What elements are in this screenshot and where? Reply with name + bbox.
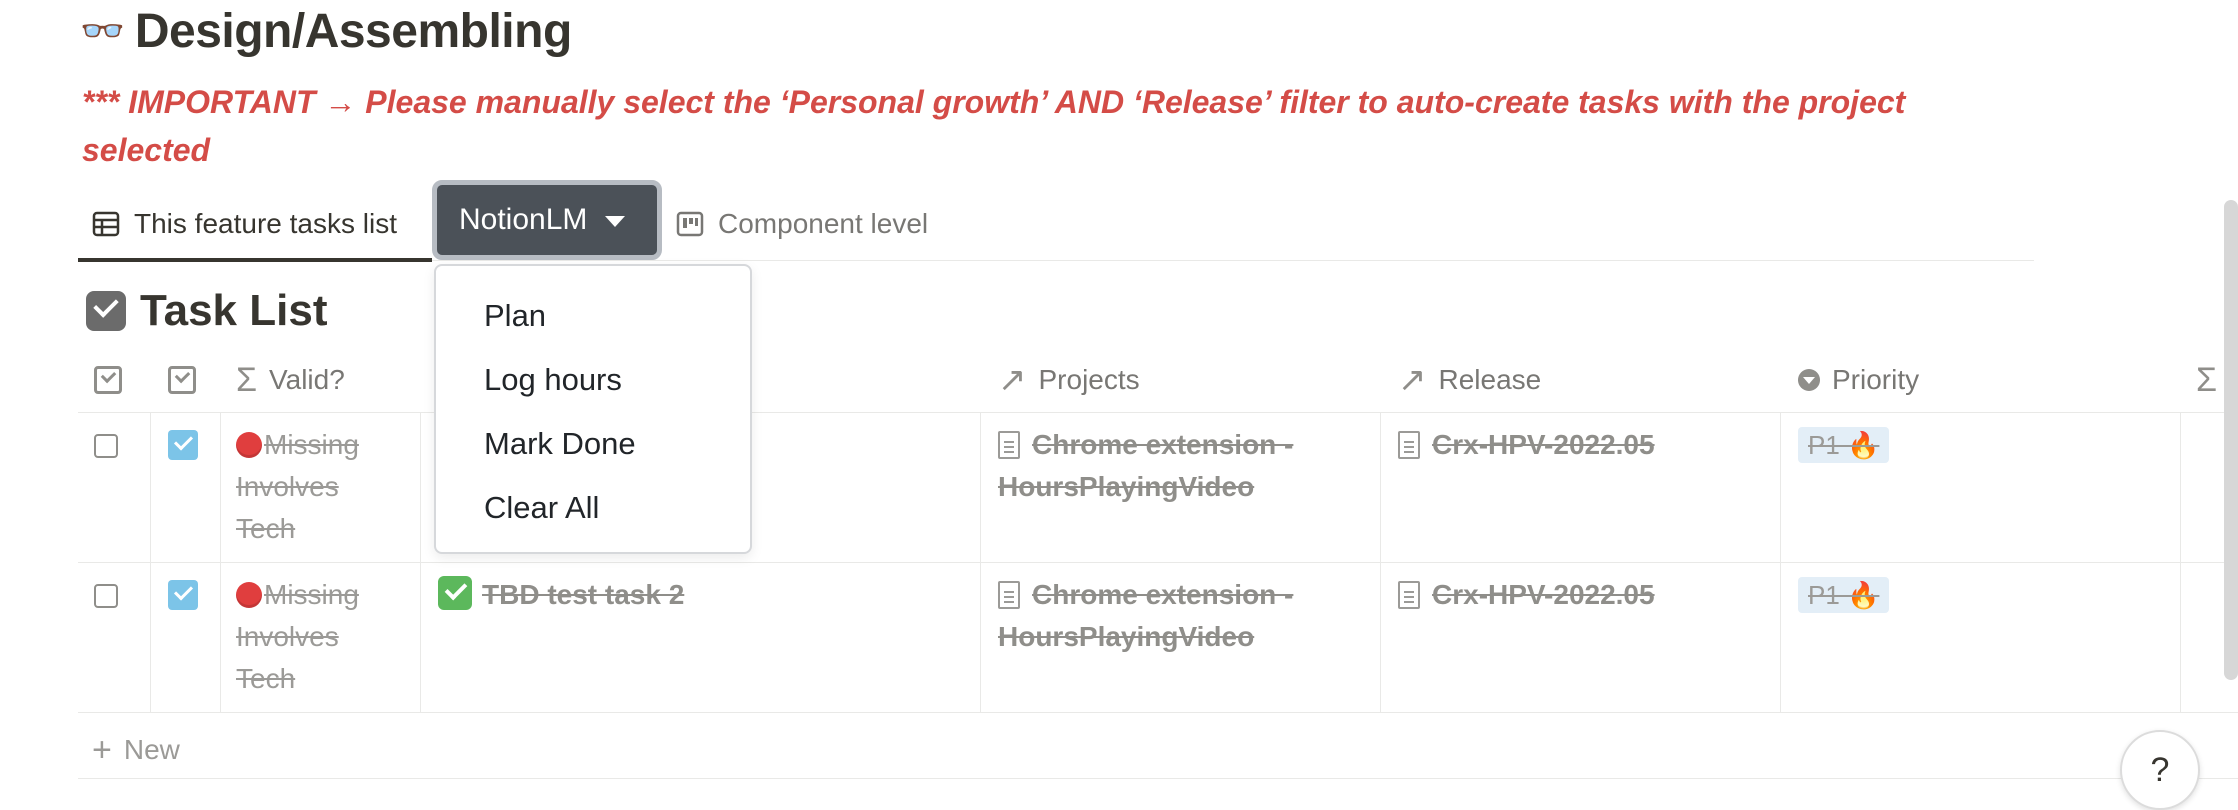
col-divider [220, 412, 221, 712]
header-priority-column[interactable]: Priority [1798, 360, 1919, 400]
document-icon [1398, 581, 1420, 609]
plus-icon: + [92, 730, 112, 769]
project-cell[interactable]: Chrome extension - HoursPlayingVideo [998, 574, 1368, 658]
row-select-checkbox[interactable] [94, 584, 118, 608]
project-cell[interactable]: Chrome extension - HoursPlayingVideo [998, 424, 1368, 508]
document-icon [998, 431, 1020, 459]
header-done-column[interactable] [168, 360, 196, 400]
menu-item-clear-all[interactable]: Clear All [484, 486, 599, 530]
help-button[interactable]: ? [2120, 730, 2200, 810]
table-header-divider [78, 412, 2238, 413]
vertical-scrollbar[interactable] [2224, 200, 2238, 680]
release-cell[interactable]: Crx-HPV-2022.05 [1398, 574, 1768, 616]
header-formula-column[interactable]: Σ [2196, 360, 2217, 400]
check-mark-icon [438, 576, 472, 610]
col-divider [1380, 412, 1381, 712]
col-divider [980, 412, 981, 712]
task-name-cell[interactable]: TBD test task 2 [438, 574, 958, 616]
col-divider [420, 412, 421, 712]
notionlm-dropdown-menu: Plan Log hours Mark Done Clear All [434, 264, 752, 554]
header-release-column[interactable]: ↗ Release [1398, 360, 1541, 400]
tab-label: This feature tasks list [134, 208, 397, 239]
sigma-icon: Σ [236, 360, 258, 399]
row-divider [78, 562, 2238, 563]
checkbox-icon [94, 366, 122, 394]
document-icon [1398, 431, 1420, 459]
header-label: Priority [1832, 364, 1920, 395]
tab-label: Component level [718, 208, 929, 239]
notionlm-dropdown-button[interactable]: NotionLM [432, 180, 662, 260]
document-icon [998, 581, 1020, 609]
row-divider [78, 712, 2238, 713]
col-divider [150, 412, 151, 712]
col-divider [2180, 412, 2181, 712]
caret-down-icon [605, 215, 626, 227]
header-projects-column[interactable]: ↗ Projects [998, 360, 1140, 400]
active-tab-indicator [78, 258, 432, 262]
menu-item-plan[interactable]: Plan [484, 294, 546, 338]
priority-tag[interactable]: P1 🔥 [1798, 577, 1890, 613]
header-select-column[interactable] [94, 360, 122, 400]
valid-cell: Missing Involves Tech [236, 579, 359, 694]
checkbox-icon [86, 291, 126, 331]
header-valid-column[interactable]: Σ Valid? [236, 360, 345, 400]
menu-item-mark-done[interactable]: Mark Done [484, 422, 636, 466]
table-icon [92, 211, 120, 237]
board-icon [676, 211, 704, 237]
header-label: Projects [1038, 364, 1140, 395]
new-label: New [123, 734, 180, 765]
valid-cell: Missing Involves Tech [236, 429, 359, 544]
new-row-button[interactable]: + New [92, 730, 180, 770]
tab-feature-tasks-list[interactable]: This feature tasks list [92, 204, 397, 244]
table-bottom-border [78, 778, 2238, 779]
red-circle-icon [236, 432, 262, 458]
important-notice: *** IMPORTANT → Please manually select t… [82, 84, 1906, 168]
sigma-icon: Σ [2196, 360, 2218, 399]
red-circle-icon [236, 582, 262, 608]
done-checkbox[interactable] [168, 580, 198, 610]
menu-item-log-hours[interactable]: Log hours [484, 358, 622, 402]
page-title-text: Design/Assembling [134, 4, 572, 58]
tab-component-level[interactable]: Component level [676, 204, 928, 244]
release-cell[interactable]: Crx-HPV-2022.05 [1398, 424, 1768, 466]
task-list-heading: Task List [86, 286, 327, 336]
select-icon [1798, 369, 1820, 391]
relation-arrow-icon: ↗ [998, 361, 1027, 399]
priority-tag[interactable]: P1 🔥 [1798, 427, 1890, 463]
header-label: Valid? [269, 364, 345, 395]
page-title: 👓 Design/Assembling [80, 0, 572, 62]
row-select-checkbox[interactable] [94, 434, 118, 458]
glasses-icon: 👓 [80, 10, 125, 51]
col-divider [1780, 412, 1781, 712]
relation-arrow-icon: ↗ [1398, 361, 1427, 399]
section-title-text: Task List [140, 286, 328, 335]
checkbox-icon [168, 366, 196, 394]
done-checkbox[interactable] [168, 430, 198, 460]
header-label: Release [1438, 364, 1542, 395]
dropdown-label: NotionLM [459, 203, 588, 236]
